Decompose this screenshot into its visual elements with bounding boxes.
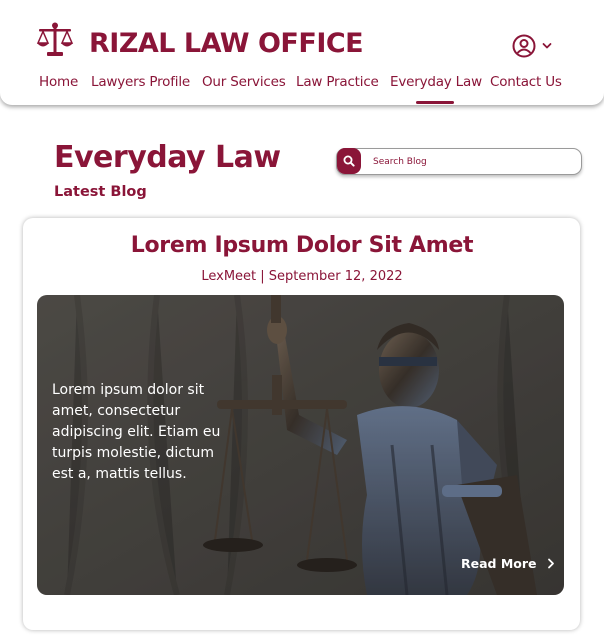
- main-nav: Home Lawyers Profile Our Services Law Pr…: [0, 74, 604, 94]
- search-icon: [343, 155, 355, 167]
- nav-home[interactable]: Home: [39, 74, 78, 90]
- nav-our-services[interactable]: Our Services: [202, 74, 286, 90]
- chevron-down-icon: [542, 43, 552, 49]
- post-title[interactable]: Lorem Ipsum Dolor Sit Amet: [0, 233, 604, 258]
- site-header: RIZAL LAW OFFICE Home Lawyers Profile Ou…: [0, 0, 604, 105]
- account-menu[interactable]: [512, 34, 552, 58]
- page-title: Everyday Law: [54, 140, 281, 175]
- nav-law-practice[interactable]: Law Practice: [296, 74, 379, 90]
- brand-name[interactable]: RIZAL LAW OFFICE: [89, 28, 364, 59]
- read-more-label: Read More: [461, 556, 537, 571]
- user-circle-icon: [512, 34, 536, 58]
- post-meta: LexMeet | September 12, 2022: [201, 269, 403, 284]
- page-subtitle: Latest Blog: [54, 184, 147, 200]
- read-more-link[interactable]: Read More: [461, 556, 555, 571]
- scales-of-justice-icon[interactable]: [36, 22, 74, 58]
- search-input[interactable]: [373, 153, 573, 170]
- search-button[interactable]: [337, 148, 361, 174]
- search-bar: [336, 148, 582, 175]
- nav-lawyers-profile[interactable]: Lawyers Profile: [91, 74, 190, 90]
- chevron-right-icon: [547, 558, 554, 569]
- active-nav-indicator: [416, 101, 454, 104]
- post-hero-image[interactable]: Lorem ipsum dolor sit amet, consectetur …: [37, 295, 564, 595]
- nav-contact-us[interactable]: Contact Us: [490, 74, 562, 90]
- nav-everyday-law[interactable]: Everyday Law: [390, 74, 482, 90]
- post-excerpt: Lorem ipsum dolor sit amet, consectetur …: [52, 382, 221, 482]
